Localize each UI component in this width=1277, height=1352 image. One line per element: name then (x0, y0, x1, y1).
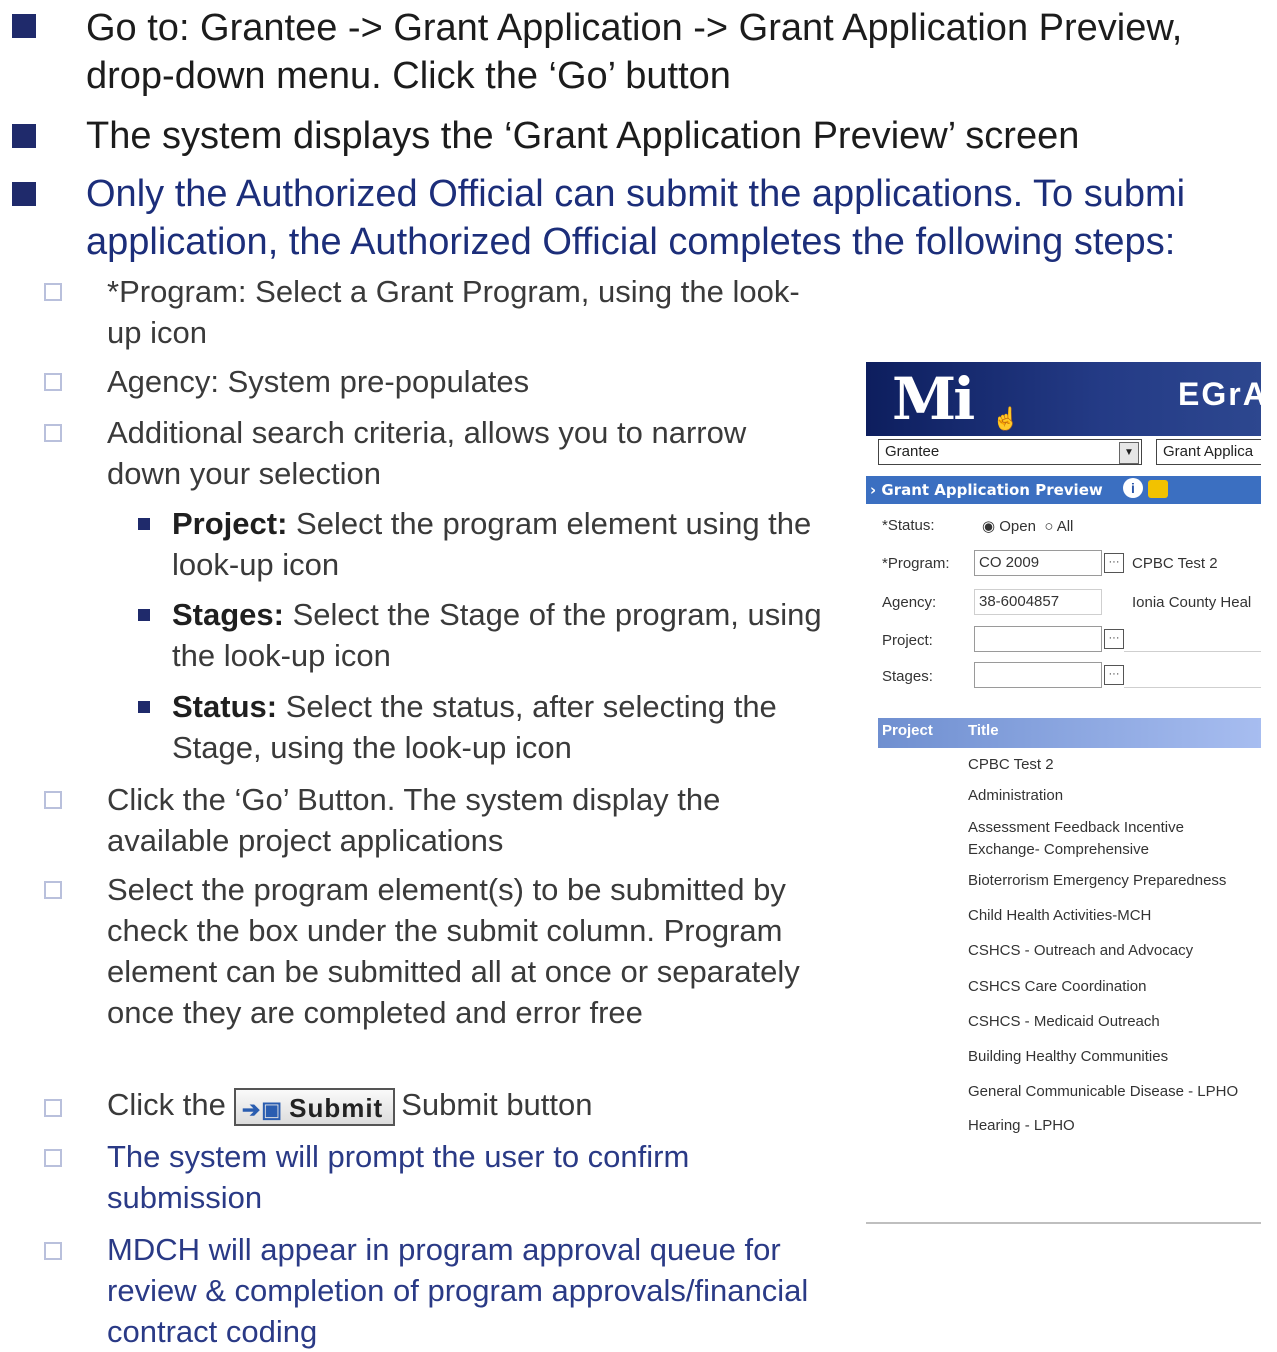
agency-name: Ionia County Heal (1132, 594, 1252, 611)
menu-dropdown-grantee[interactable]: Grantee ▼ (878, 439, 1142, 465)
michigan-logo: Mi (892, 365, 975, 433)
breadcrumb: › Grant Application Preview (870, 481, 1103, 499)
program-name: CPBC Test 2 (1132, 555, 1218, 572)
divider (866, 1222, 1261, 1224)
bullet-marker (12, 124, 36, 148)
project-label: Project: (882, 632, 933, 649)
step-marker (44, 1149, 62, 1167)
app-title: EGrA (1178, 376, 1261, 412)
criteria-term: Status: (172, 689, 278, 724)
bullet-line: Only the Authorized Official can submit … (86, 173, 1186, 215)
criteria-text: Project: Select the program element usin… (172, 503, 862, 585)
step-text: *Program: Select a Grant Program, using … (107, 274, 800, 350)
step-text: Click the (107, 1087, 226, 1122)
table-row: CPBC Test 2 (968, 756, 1054, 773)
radio-open-label: Open (999, 518, 1036, 535)
step-marker (44, 1242, 62, 1260)
criteria-text: Stages: Select the Stage of the program,… (172, 594, 862, 676)
criteria-marker (138, 701, 150, 713)
dropdown-value: Grantee (885, 443, 940, 460)
bullet-line: drop-down menu. Click the ‘Go’ button (86, 55, 731, 97)
step-marker (44, 424, 62, 442)
radio-all-label: All (1056, 518, 1074, 535)
program-field[interactable]: CO 2009 (974, 550, 1102, 576)
breadcrumb-label: Grant Application Preview (881, 481, 1103, 499)
table-row: Hearing - LPHO (968, 1117, 1075, 1134)
results-table-header: Project Title (878, 718, 1261, 748)
bullet-marker (12, 14, 36, 38)
step-text: Submit button (401, 1087, 593, 1122)
table-row: CSHCS - Medicaid Outreach (968, 1013, 1160, 1030)
project-field[interactable] (974, 626, 1102, 652)
table-row: Building Healthy Communities (968, 1048, 1169, 1065)
program-lookup-icon[interactable]: ··· (1104, 553, 1124, 573)
step-marker (44, 791, 62, 809)
table-row: General Communicable Disease - LPHO (968, 1083, 1239, 1100)
submit-icon: ➔▣ (241, 1096, 284, 1122)
column-header-project[interactable]: Project (882, 722, 933, 739)
criteria-term: Stages: (172, 597, 284, 632)
stages-field[interactable] (974, 662, 1102, 688)
table-row: Assessment Feedback Incentive Exchange- … (968, 819, 1184, 858)
chevron-down-icon: ▼ (1119, 442, 1139, 464)
breadcrumb-bar: › Grant Application Preview i (866, 476, 1261, 504)
status-label: *Status: (882, 517, 935, 534)
submit-step: Click the ➔▣ Submit Submit button (107, 1084, 867, 1126)
field-line (1124, 651, 1261, 652)
step-text: Select the program element(s) to be subm… (107, 872, 800, 1030)
status-radio-group: ◉ Open ○ All (982, 517, 1073, 535)
submit-button[interactable]: ➔▣ Submit (233, 1087, 396, 1126)
app-screenshot: Mi ☝ EGrA Grantee ▼ Grant Applica › Gran… (866, 362, 1261, 1228)
table-row: Child Health Activities-MCH (968, 907, 1152, 924)
menu-dropdown-grant-application[interactable]: Grant Applica (1156, 439, 1261, 465)
bullet-text: Go to: Grantee -> Grant Application -> G… (86, 4, 1277, 100)
criteria-text: Status: Select the status, after selecti… (172, 686, 862, 768)
column-header-title[interactable]: Title (968, 722, 999, 739)
dropdown-value: Grant Applica (1163, 443, 1254, 460)
step-marker (44, 373, 62, 391)
bullet-line: application, the Authorized Official com… (86, 221, 1176, 263)
bullet-marker (12, 182, 36, 206)
info-icon[interactable]: i (1123, 478, 1143, 498)
criteria-term: Project: (172, 506, 288, 541)
radio-all[interactable]: ○ (1044, 518, 1053, 535)
criteria-marker (138, 518, 150, 530)
bullet-line: Go to: Grantee -> Grant Application -> G… (86, 7, 1183, 49)
step-marker (44, 881, 62, 899)
agency-field: 38-6004857 (974, 589, 1102, 615)
bullet-text: Only the Authorized Official can submit … (86, 170, 1277, 266)
table-row: CSHCS - Outreach and Advocacy (968, 942, 1194, 959)
table-row: CSHCS Care Coordination (968, 978, 1147, 995)
hand-cursor-icon: ☝ (992, 406, 1020, 431)
stages-lookup-icon[interactable]: ··· (1104, 665, 1124, 685)
step-marker (44, 283, 62, 301)
criteria-marker (138, 609, 150, 621)
bullet-text: The system displays the ‘Grant Applicati… (86, 112, 1277, 160)
stages-label: Stages: (882, 668, 933, 685)
step-text: Additional search criteria, allows you t… (107, 415, 747, 491)
step-text: MDCH will appear in program approval que… (107, 1232, 809, 1349)
app-header: Mi ☝ EGrA (866, 362, 1261, 436)
bullet-line: The system displays the ‘Grant Applicati… (86, 115, 1080, 157)
program-label: *Program: (882, 555, 950, 572)
step-text: Agency: System pre-populates (107, 364, 530, 399)
help-icon[interactable] (1148, 480, 1168, 498)
radio-open[interactable]: ◉ (982, 518, 995, 535)
step-text: Click the ‘Go’ Button. The system displa… (107, 782, 721, 858)
project-lookup-icon[interactable]: ··· (1104, 629, 1124, 649)
agency-label: Agency: (882, 594, 937, 611)
field-line (1124, 687, 1261, 688)
table-row: Bioterrorism Emergency Preparedness (968, 872, 1227, 889)
step-text: The system will prompt the user to confi… (107, 1139, 690, 1215)
submit-button-label: Submit (289, 1092, 384, 1123)
table-row: Administration (968, 787, 1064, 804)
step-marker (44, 1099, 62, 1117)
